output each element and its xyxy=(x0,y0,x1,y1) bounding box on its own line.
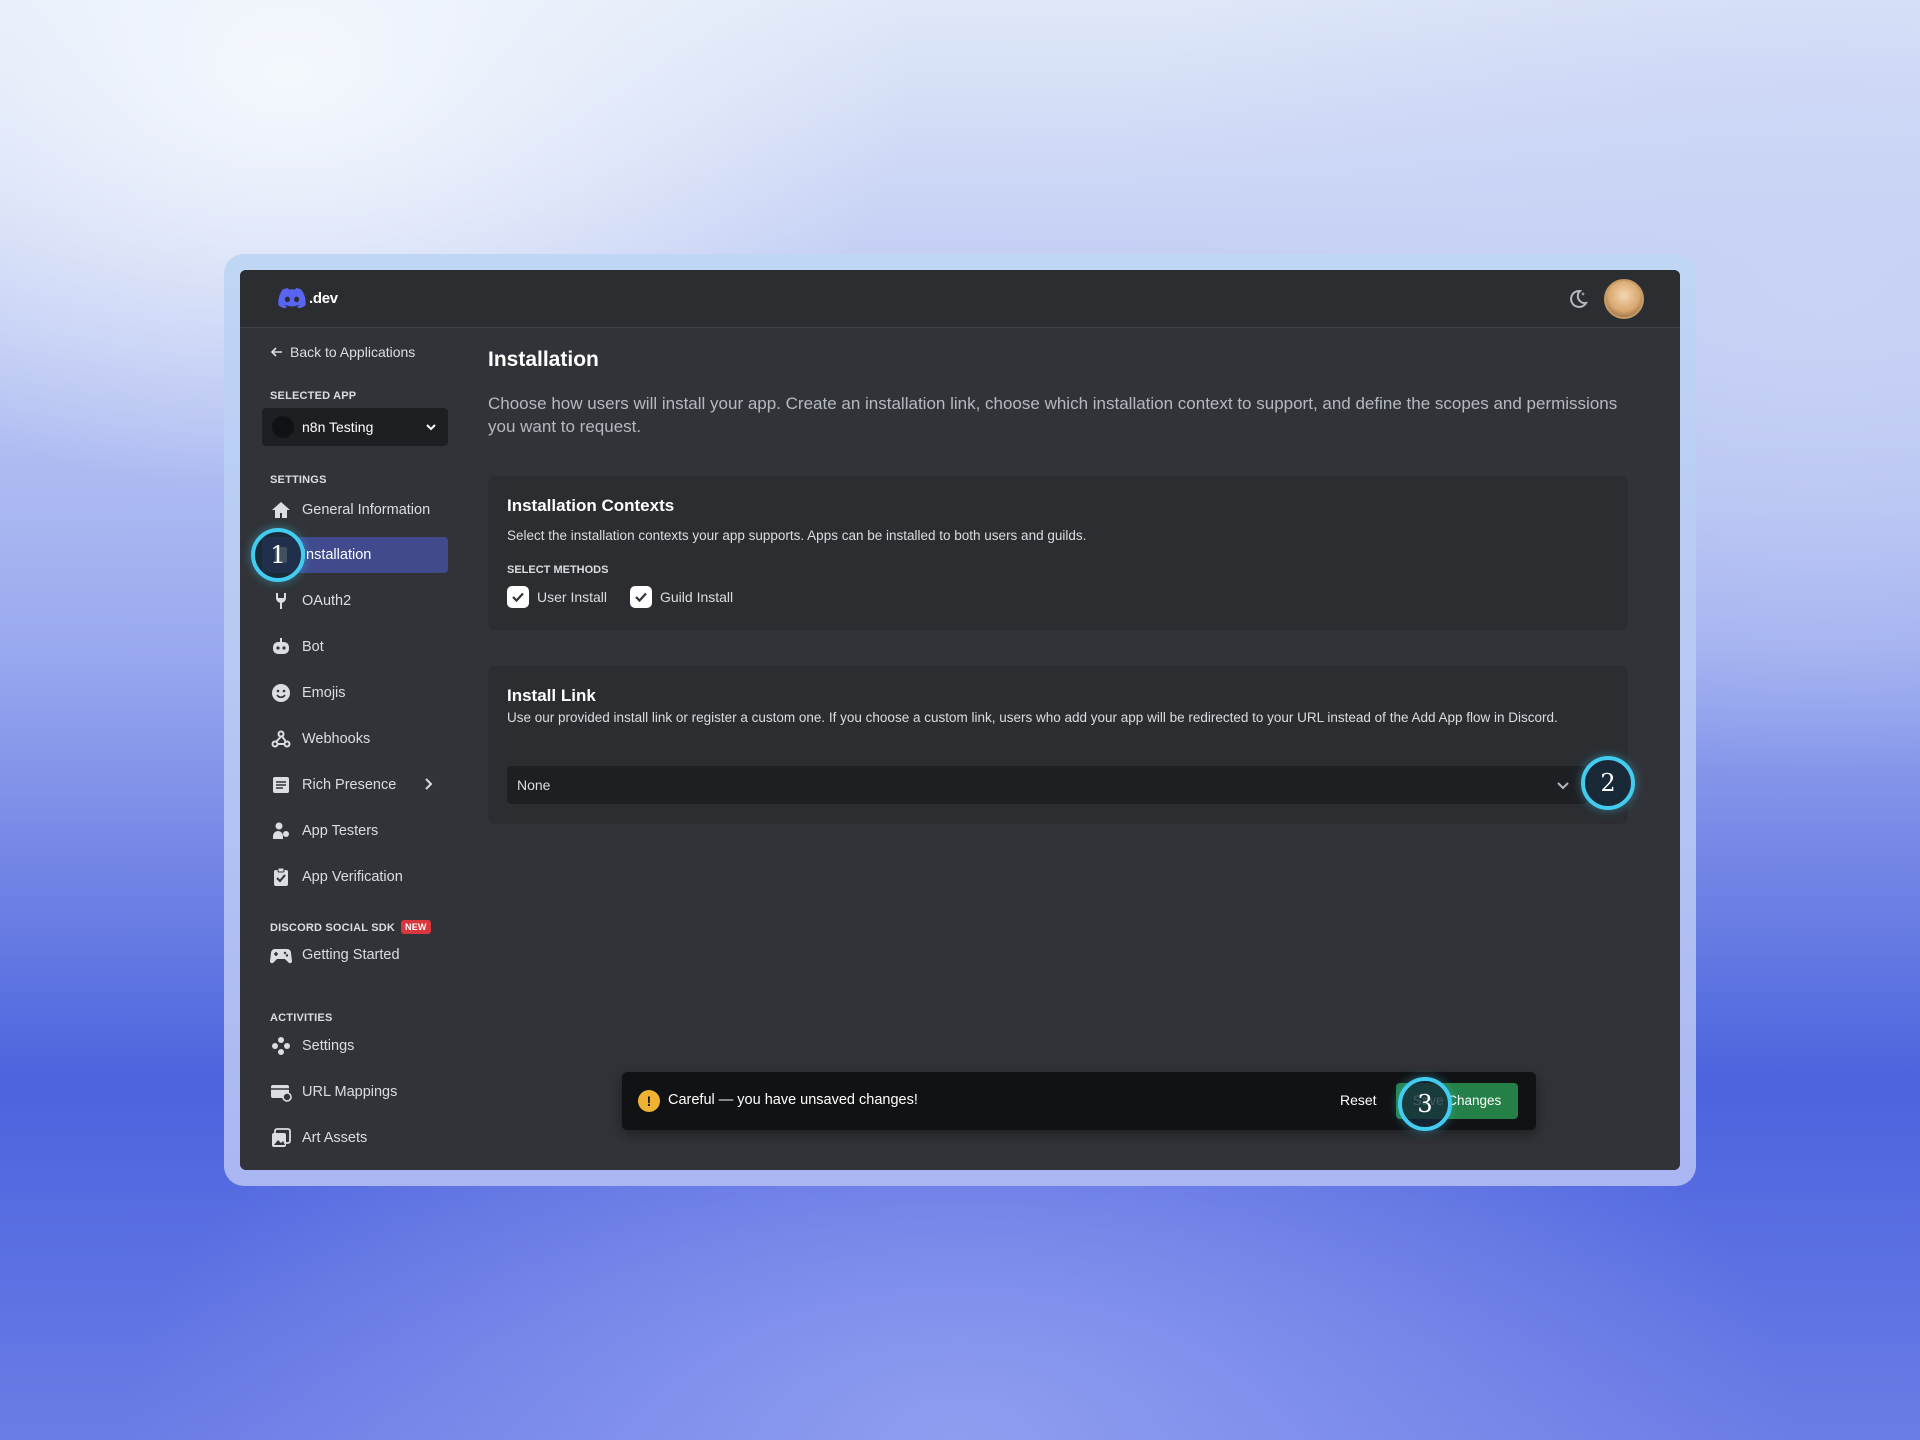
selected-app-heading: SELECTED APP xyxy=(270,390,357,402)
gamepad-icon xyxy=(270,944,292,966)
sidebar-item-label: App Verification xyxy=(302,869,403,885)
card-title: Installation Contexts xyxy=(507,496,675,515)
chevron-right-icon xyxy=(425,778,433,790)
back-label: Back to Applications xyxy=(290,344,416,360)
chevron-down-icon xyxy=(426,424,436,431)
unsaved-changes-message: Careful — you have unsaved changes! xyxy=(668,1092,918,1108)
card-description: Select the installation contexts your ap… xyxy=(507,528,1087,543)
sidebar-item-label: Bot xyxy=(302,639,324,655)
clipboard-check-icon xyxy=(270,866,292,888)
testers-icon xyxy=(270,820,292,842)
list-icon xyxy=(270,774,292,796)
sdk-heading: DISCORD SOCIAL SDK NEW xyxy=(270,920,431,934)
main-content: Installation Choose how users will insta… xyxy=(460,328,1680,1170)
step-marker-2: 2 xyxy=(1581,756,1635,810)
step-marker-1: 1 xyxy=(251,528,305,582)
webhook-icon xyxy=(270,728,292,750)
sidebar-item-oauth2[interactable]: OAuth2 xyxy=(262,583,448,619)
emoji-icon xyxy=(270,682,292,704)
sidebar: Back to Applications SELECTED APP n8n Te… xyxy=(240,328,460,1170)
sidebar-item-label: Rich Presence xyxy=(302,777,397,793)
sidebar-item-label: Settings xyxy=(302,1038,355,1054)
user-install-checkbox[interactable]: User Install xyxy=(507,586,607,608)
discord-dev-logo[interactable]: .dev xyxy=(278,288,338,308)
sidebar-item-activities-settings[interactable]: Settings xyxy=(262,1028,448,1064)
moon-icon[interactable] xyxy=(1564,286,1590,312)
home-icon xyxy=(270,499,292,521)
activities-heading: ACTIVITIES xyxy=(270,1012,333,1024)
sidebar-item-label: Getting Started xyxy=(302,947,400,963)
sidebar-item-label: General Information xyxy=(302,502,431,518)
page-title: Installation xyxy=(488,348,599,371)
app-selector[interactable]: n8n Testing xyxy=(262,408,448,446)
install-link-card: Install Link Use our provided install li… xyxy=(488,666,1628,824)
installation-contexts-card: Installation Contexts Select the install… xyxy=(488,476,1628,630)
wrench-icon xyxy=(270,590,292,612)
page-description: Choose how users will install your app. … xyxy=(488,394,1618,436)
card-description: Use our provided install link or registe… xyxy=(507,710,1558,725)
reset-button[interactable]: Reset xyxy=(1340,1092,1377,1108)
sidebar-item-label: App Testers xyxy=(302,823,379,839)
sidebar-item-label: OAuth2 xyxy=(302,593,352,609)
sidebar-item-bot[interactable]: Bot xyxy=(262,629,448,665)
card-title: Install Link xyxy=(507,686,596,705)
sidebar-item-general-information[interactable]: General Information xyxy=(262,492,448,528)
sdk-heading-text: DISCORD SOCIAL SDK xyxy=(270,922,396,934)
sidebar-item-label: URL Mappings xyxy=(302,1084,398,1100)
app-window: .dev Back to Applications SELECTED APP n… xyxy=(240,270,1680,1170)
sidebar-item-app-testers[interactable]: App Testers xyxy=(262,813,448,849)
discord-icon xyxy=(278,288,306,308)
back-to-applications-link[interactable]: Back to Applications xyxy=(270,344,415,360)
checkbox-label: User Install xyxy=(537,589,608,605)
chevron-down-icon xyxy=(1557,782,1569,790)
warning-icon: ! xyxy=(638,1090,660,1112)
checkbox-label: Guild Install xyxy=(660,589,734,605)
sidebar-item-label: Webhooks xyxy=(302,731,371,747)
app-icon xyxy=(272,416,294,438)
sidebar-item-url-mappings[interactable]: URL Mappings xyxy=(262,1074,448,1110)
sidebar-item-getting-started[interactable]: Getting Started xyxy=(262,937,448,973)
select-methods-label: SELECT METHODS xyxy=(507,564,609,576)
selected-app-name: n8n Testing xyxy=(302,419,374,435)
install-link-select[interactable]: None xyxy=(507,766,1587,804)
new-badge: NEW xyxy=(401,920,431,934)
url-mapping-icon xyxy=(270,1081,292,1103)
guild-install-checkbox[interactable]: Guild Install xyxy=(630,586,733,608)
user-avatar[interactable] xyxy=(1604,279,1644,319)
sidebar-item-emojis[interactable]: Emojis xyxy=(262,675,448,711)
sidebar-item-art-assets[interactable]: Art Assets xyxy=(262,1120,448,1156)
sidebar-item-label: Installation xyxy=(302,547,372,563)
checkmark-icon xyxy=(507,586,529,608)
top-bar: .dev xyxy=(240,270,1680,328)
checkmark-icon xyxy=(630,586,652,608)
install-link-value: None xyxy=(517,777,551,793)
image-icon xyxy=(270,1127,292,1149)
moon-icon-svg xyxy=(1570,289,1588,308)
settings-heading: SETTINGS xyxy=(270,474,327,486)
sidebar-item-label: Emojis xyxy=(302,685,346,701)
robot-icon xyxy=(270,636,292,658)
sidebar-item-webhooks[interactable]: Webhooks xyxy=(262,721,448,757)
activities-settings-icon xyxy=(270,1035,292,1057)
sidebar-item-label: Art Assets xyxy=(302,1130,368,1146)
step-marker-3: 3 xyxy=(1398,1077,1452,1131)
sidebar-item-app-verification[interactable]: App Verification xyxy=(262,859,448,895)
logo-text: .dev xyxy=(309,289,338,307)
sidebar-item-rich-presence[interactable]: Rich Presence xyxy=(262,767,448,803)
arrow-left-icon xyxy=(270,347,282,357)
